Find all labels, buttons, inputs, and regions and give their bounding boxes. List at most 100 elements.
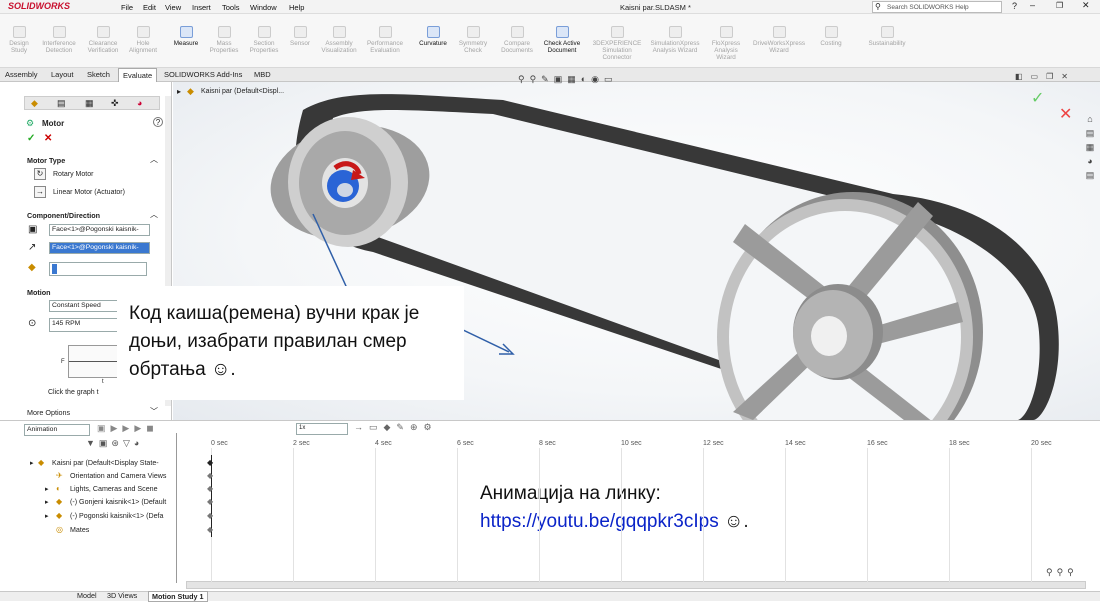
ribbon-design-study[interactable]: Design Study [7, 26, 31, 54]
ribbon-sensor[interactable]: Sensor [285, 26, 315, 47]
direction-icon[interactable]: ↗ [28, 242, 36, 253]
collapse-icon[interactable]: ︿ [150, 209, 158, 220]
linear-motor-icon[interactable]: → [34, 186, 46, 198]
ribbon-label: Mass Properties [209, 40, 239, 54]
tab-evaluate[interactable]: Evaluate [118, 68, 158, 82]
ribbon-floxpress-analysis-wizard[interactable]: FloXpress Analysis Wizard [706, 26, 746, 61]
motor-direction-field[interactable]: Face<1>@Pogonski kaisnik- [49, 242, 150, 254]
close-icon[interactable]: ✕ [1082, 0, 1090, 11]
ribbon-clearance-verification[interactable]: Clearance Verification [83, 26, 123, 54]
timeline-tick-label: 4 sec [375, 440, 392, 447]
component-direction-header: Component/Direction [27, 211, 101, 220]
graphics-area[interactable]: ▸ ◆ Kaisni par (Default<Displ... ⚲⚲✎▣▦◐◉… [117, 72, 1100, 420]
playback-speed-select[interactable]: 1x [296, 423, 348, 435]
collapse-icon[interactable]: ︿ [150, 154, 158, 165]
ribbon-hole-alignment[interactable]: Hole Alignment [124, 26, 162, 54]
menu-tools[interactable]: Tools [222, 3, 240, 12]
ribbon-costing[interactable]: Costing [815, 26, 847, 47]
cancel-icon[interactable]: ✕ [44, 133, 52, 144]
bottom-tab-model[interactable]: Model [74, 591, 100, 600]
ribbon-assembly-visualization[interactable]: Assembly Visualization [318, 26, 360, 54]
menu-help[interactable]: Help [289, 3, 304, 12]
ribbon-label: Symmetry Check [458, 40, 488, 54]
property-manager-icon[interactable]: ▤ [57, 98, 66, 109]
timeline-toolbar[interactable]: →▭◆✎⊕⚙ [354, 422, 438, 433]
ribbon-simulationxpress-analysis-wizard[interactable]: SimulationXpress Analysis Wizard [645, 26, 705, 54]
ribbon-mass-properties[interactable]: Mass Properties [206, 26, 242, 54]
motion-tree-item[interactable]: (-) Gonjeni kaisnik<1> (Default [70, 498, 166, 506]
motion-tree-item[interactable]: (-) Pogonski kaisnik<1> (Defa [70, 512, 163, 520]
ribbon-measure[interactable]: Measure [170, 26, 202, 47]
linear-motor-option[interactable]: Linear Motor (Actuator) [53, 189, 125, 196]
component-to-move-field[interactable] [49, 262, 147, 276]
section-properties-icon [257, 26, 271, 38]
expand-icon[interactable]: ▸ [30, 459, 34, 467]
tree-node-icon: ◆ [56, 497, 63, 506]
tree-filter-icons[interactable]: ▼▣⊛▽◕ [86, 438, 174, 452]
motion-tree-item[interactable]: Kaisni par (Default<Display State- [52, 459, 159, 467]
key-point-icon[interactable]: ◆ [207, 497, 213, 506]
tab-assembly[interactable]: Assembly [5, 70, 38, 79]
dimxpert-icon[interactable]: ✜ [111, 98, 119, 109]
motor-type-header: Motor Type [27, 156, 66, 165]
3dexperience-simulation-connector-icon [610, 26, 624, 38]
pm-title: Motor [42, 119, 65, 128]
menu-window[interactable]: Window [250, 3, 277, 12]
key-point-icon[interactable]: ◆ [207, 525, 213, 534]
manager-tabs: ◆ ▤ ▦ ✜ ◕ [24, 96, 160, 110]
rotary-motor-icon[interactable]: ↻ [34, 168, 46, 180]
menu-insert[interactable]: Insert [192, 3, 211, 12]
expand-icon[interactable]: ▸ [45, 498, 49, 506]
timeline-scrollbar[interactable] [186, 581, 1086, 589]
help-icon[interactable]: ? [1012, 1, 1017, 11]
ribbon-performance-evaluation[interactable]: Performance Evaluation [361, 26, 409, 54]
motion-tree-item[interactable]: Orientation and Camera Views [70, 472, 166, 480]
expand-icon[interactable]: ﹀ [150, 406, 158, 417]
ribbon-section-properties[interactable]: Section Properties [244, 26, 284, 54]
tab-solidworks-add-ins[interactable]: SOLIDWORKS Add-Ins [164, 70, 242, 79]
ribbon-label: Curvature [419, 40, 447, 47]
playback-controls[interactable]: ▣▶▶▶◼ [97, 423, 159, 434]
youtube-link[interactable]: https://youtu.be/gqqpkr3cIps [480, 511, 719, 532]
ribbon-3dexperience-simulation-connector[interactable]: 3DEXPERIENCE Simulation Connector [590, 26, 644, 61]
ribbon-check-active-document[interactable]: Check Active Document [539, 26, 585, 54]
maximize-icon[interactable]: ❐ [1056, 1, 1063, 10]
appearance-icon[interactable]: ◕ [137, 98, 142, 108]
ribbon-sustainability[interactable]: Sustainability [858, 26, 916, 47]
motion-tree-item[interactable]: Lights, Cameras and Scene [70, 485, 158, 493]
feature-tree-icon[interactable]: ◆ [31, 98, 38, 109]
viewport-window-controls[interactable]: ◧▭❐✕ [1015, 72, 1076, 81]
key-point-icon[interactable]: ◆ [207, 458, 213, 467]
ribbon-curvature[interactable]: Curvature [414, 26, 452, 47]
ribbon-compare-documents[interactable]: Compare Documents [496, 26, 538, 54]
tab-layout[interactable]: Layout [51, 70, 74, 79]
expand-icon[interactable]: ▸ [45, 485, 49, 493]
bottom-tab-motion-study-1[interactable]: Motion Study 1 [148, 591, 208, 602]
motor-location-field[interactable]: Face<1>@Pogonski kaisnik- [49, 224, 150, 236]
ribbon-symmetry-check[interactable]: Symmetry Check [456, 26, 490, 54]
configuration-icon[interactable]: ▦ [85, 98, 94, 109]
key-point-icon[interactable]: ◆ [207, 471, 213, 480]
bottom-tab-3d-views[interactable]: 3D Views [104, 591, 140, 600]
key-point-icon[interactable]: ◆ [207, 511, 213, 520]
motion-tree-item[interactable]: Mates [70, 526, 89, 534]
command-manager-ribbon: Design Study Interference Detection Cleara… [0, 14, 1100, 68]
menu-edit[interactable]: Edit [143, 3, 156, 12]
timeline-tick-label: 20 sec [1031, 440, 1052, 447]
ribbon-interference-detection[interactable]: Interference Detection [37, 26, 81, 54]
minimize-icon[interactable]: – [1030, 0, 1035, 10]
tab-sketch[interactable]: Sketch [87, 70, 110, 79]
help-icon[interactable]: ? [153, 117, 163, 127]
ribbon-driveworksxpress-wizard[interactable]: DriveWorksXpress Wizard [748, 26, 810, 54]
key-point-icon[interactable]: ◆ [207, 484, 213, 493]
tab-mbd[interactable]: MBD [254, 70, 271, 79]
ok-icon[interactable]: ✓ [27, 133, 35, 144]
sensor-icon [293, 26, 307, 38]
zoom-controls[interactable]: ⚲⚲⚲ [1046, 567, 1078, 578]
search-box[interactable]: ⚲ Search SOLIDWORKS Help [872, 1, 1002, 13]
menu-file[interactable]: File [121, 3, 133, 12]
rotary-motor-option[interactable]: Rotary Motor [53, 171, 93, 178]
menu-view[interactable]: View [165, 3, 181, 12]
study-type-select[interactable]: Animation [24, 424, 90, 436]
expand-icon[interactable]: ▸ [45, 512, 49, 520]
